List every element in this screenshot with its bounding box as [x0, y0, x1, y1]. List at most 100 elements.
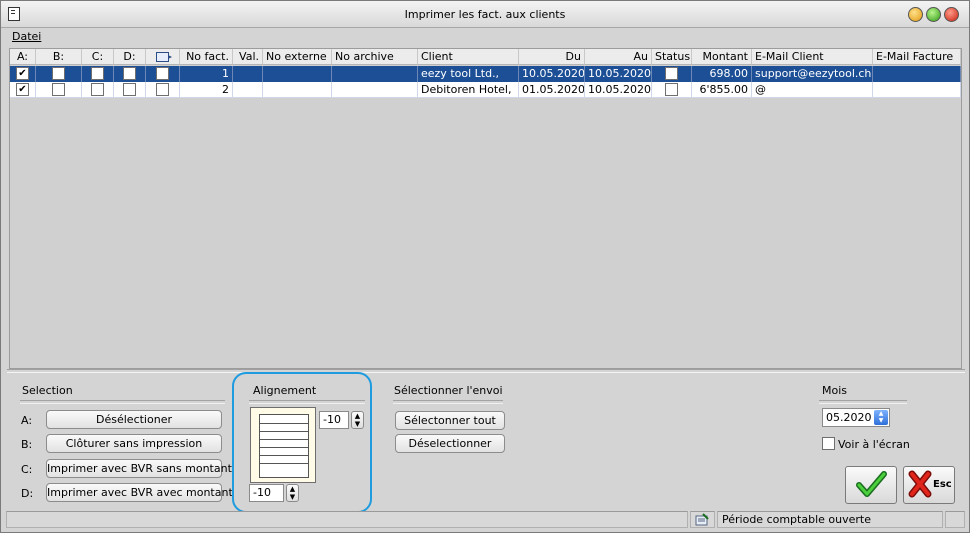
status-text: Période comptable ouverte — [717, 511, 943, 528]
col-val-header[interactable]: Val. — [233, 49, 263, 65]
status-resize-grip[interactable] — [945, 511, 965, 528]
checkbox-b[interactable] — [52, 82, 65, 96]
menu-bar: Datei — [1, 28, 969, 45]
page-alignment-preview — [250, 407, 316, 483]
ok-button[interactable] — [845, 466, 897, 504]
col-b-cell[interactable] — [36, 66, 82, 82]
status-panel-left — [6, 511, 688, 528]
envoi-title: Sélectionner l'envoi — [394, 384, 503, 397]
col-d-header[interactable]: D: — [114, 49, 146, 65]
checkbox-d[interactable] — [123, 66, 136, 80]
selection-key-d: D: — [21, 487, 34, 500]
cell-no-externe — [263, 66, 332, 82]
month-select[interactable]: 05.2020 ▲ ▼ — [822, 408, 890, 427]
close-without-print-button[interactable]: Clôturer sans impression — [46, 434, 222, 453]
col-e-cell[interactable] — [146, 66, 180, 82]
col-du-header[interactable]: Du — [519, 49, 585, 65]
close-window-button[interactable] — [944, 7, 959, 22]
vertical-offset-stepper[interactable]: ▲ ▼ — [286, 484, 299, 502]
cell-no-externe — [263, 82, 332, 98]
col-c-cell[interactable] — [82, 66, 114, 82]
col-a-cell[interactable]: ✔ — [10, 82, 36, 98]
invoice-table: A: B: C: D: No fact. Val. No externe No … — [9, 48, 962, 369]
col-client-header[interactable]: Client — [418, 49, 519, 65]
divider — [7, 369, 965, 373]
col-montant-header[interactable]: Montant — [692, 49, 752, 65]
cell-montant: 6'855.00 — [692, 82, 752, 98]
checkbox-email[interactable] — [156, 82, 169, 96]
selection-key-c: C: — [21, 463, 33, 476]
divider — [819, 400, 907, 404]
checkbox-status[interactable] — [665, 66, 678, 80]
horizontal-offset-stepper[interactable]: ▲ ▼ — [351, 411, 364, 429]
deselect-all-button[interactable]: Déselectionner — [395, 434, 505, 453]
chevron-up-down-icon[interactable]: ▲ ▼ — [874, 410, 888, 425]
selection-key-b: B: — [21, 438, 33, 451]
cell-email-client: support@eezytool.ch — [752, 66, 873, 82]
col-d-cell[interactable] — [114, 66, 146, 82]
checkbox-email[interactable] — [156, 66, 169, 80]
minimize-button[interactable] — [908, 7, 923, 22]
cell-status[interactable] — [652, 82, 692, 98]
cell-status[interactable] — [652, 66, 692, 82]
col-no-archive-header[interactable]: No archive — [332, 49, 418, 65]
table-row[interactable]: ✔ 2 Debitoren Hotel, 01.05.2020 10.05.20… — [10, 82, 961, 98]
checkbox-b[interactable] — [52, 66, 65, 80]
checkbox-a[interactable]: ✔ — [16, 82, 29, 96]
col-status-header[interactable]: Status — [652, 49, 692, 65]
col-a-cell[interactable]: ✔ — [10, 66, 36, 82]
cell-no-fact: 2 — [180, 82, 233, 98]
col-email-facture-header[interactable]: E-Mail Facture — [873, 49, 961, 65]
checkbox-c[interactable] — [91, 66, 104, 80]
selection-key-a: A: — [21, 414, 33, 427]
table-row[interactable]: ✔ 1 eezy tool Ltd., 10.05.2020 10.05.202… — [10, 66, 961, 82]
col-no-externe-header[interactable]: No externe — [263, 49, 332, 65]
col-email-client-header[interactable]: E-Mail Client — [752, 49, 873, 65]
divider — [393, 400, 503, 404]
escape-button[interactable]: Esc — [903, 466, 955, 504]
menu-datei[interactable]: Datei — [12, 30, 41, 43]
maximize-button[interactable] — [926, 7, 941, 22]
cell-du: 01.05.2020 — [519, 82, 585, 98]
col-b-cell[interactable] — [36, 82, 82, 98]
selection-title: Selection — [22, 384, 73, 397]
deselect-button[interactable]: Désélectioner — [46, 410, 222, 429]
checkbox-a[interactable]: ✔ — [16, 66, 29, 80]
col-e-header[interactable] — [146, 49, 180, 65]
col-c-header[interactable]: C: — [82, 49, 114, 65]
select-all-button[interactable]: Sélectonner tout — [395, 411, 505, 430]
checkmark-icon — [856, 471, 887, 497]
col-c-cell[interactable] — [82, 82, 114, 98]
vertical-offset-input[interactable]: -10 — [249, 484, 284, 502]
cell-client: Debitoren Hotel, — [418, 82, 519, 98]
col-au-header[interactable]: Au — [585, 49, 652, 65]
checkbox-c[interactable] — [91, 82, 104, 96]
cell-no-archive — [332, 66, 418, 82]
alignment-title: Alignement — [253, 384, 317, 397]
divider — [20, 400, 225, 404]
col-no-fact-header[interactable]: No fact. — [180, 49, 233, 65]
cell-du: 10.05.2020 — [519, 66, 585, 82]
col-d-cell[interactable] — [114, 82, 146, 98]
month-value: 05.2020 — [826, 411, 872, 424]
esc-label: Esc — [933, 479, 952, 490]
horizontal-offset-input[interactable]: -10 — [319, 411, 349, 429]
status-icon-panel — [690, 511, 715, 528]
title-bar: Imprimer les fact. aux clients — [1, 1, 969, 28]
email-send-icon — [156, 52, 172, 62]
checkbox-d[interactable] — [123, 82, 136, 96]
cell-no-fact: 1 — [180, 66, 233, 82]
show-on-screen-checkbox[interactable] — [822, 437, 835, 450]
cell-client: eezy tool Ltd., — [418, 66, 519, 82]
cell-au: 10.05.2020 — [585, 82, 652, 98]
col-e-cell[interactable] — [146, 82, 180, 98]
cell-montant: 698.00 — [692, 66, 752, 82]
show-on-screen-label: Voir à l'écran — [838, 438, 910, 451]
divider — [249, 400, 365, 404]
mois-title: Mois — [822, 384, 848, 397]
checkbox-status[interactable] — [665, 82, 678, 96]
print-bvr-with-amount-button[interactable]: Imprimer avec BVR avec montant — [46, 483, 233, 502]
col-b-header[interactable]: B: — [36, 49, 82, 65]
print-bvr-without-amount-button[interactable]: Imprimer avec BVR sans montant — [46, 459, 232, 478]
col-a-header[interactable]: A: — [10, 49, 36, 65]
